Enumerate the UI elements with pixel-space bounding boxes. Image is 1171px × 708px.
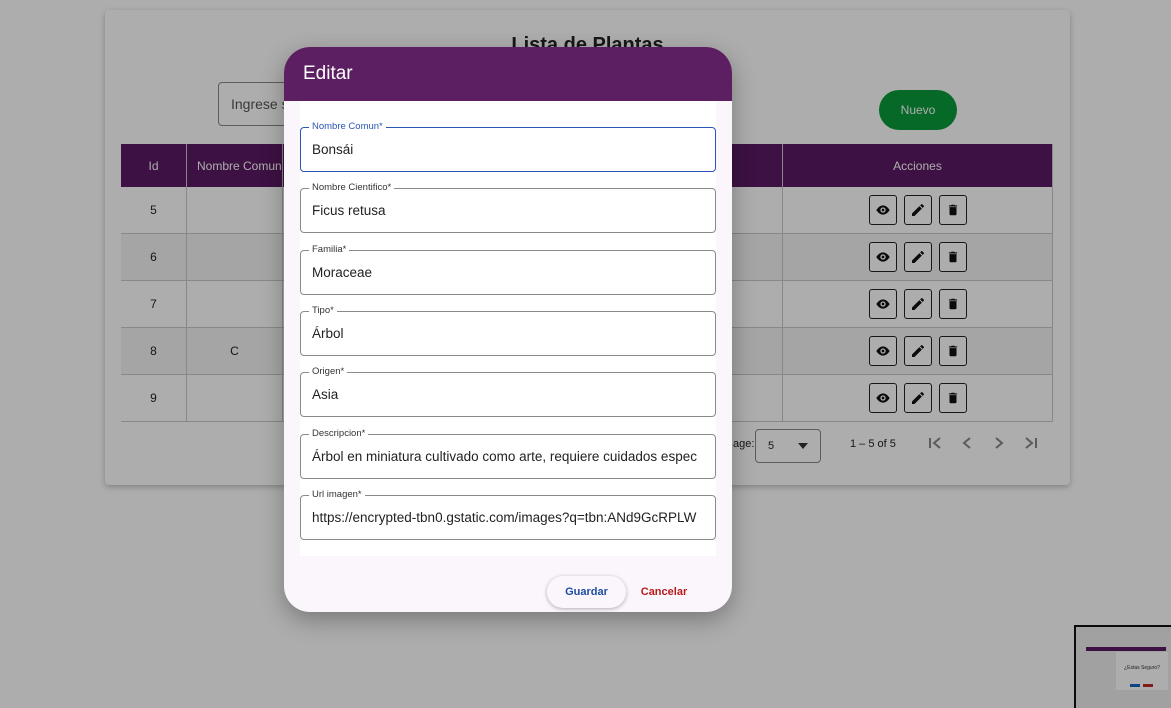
field-value: Moraceae	[312, 264, 373, 280]
field-value: Bonsái	[312, 142, 354, 157]
field-label: Familia*	[309, 243, 350, 255]
edit-dialog: Editar Bonsái Nombre Comun* Ficus retusa No…	[284, 47, 732, 612]
dialog-actions: Guardar Cancelar	[284, 576, 732, 608]
field-label: Tipo*	[309, 304, 337, 316]
field-label: Origen*	[309, 366, 348, 378]
field-label: Nombre Comun*	[309, 121, 386, 132]
form-field-input[interactable]: Ficus retusa	[300, 188, 716, 234]
field-value: Árbol	[312, 325, 344, 341]
dialog-title: Editar	[303, 63, 353, 84]
form-field-input[interactable]: Asia	[300, 372, 716, 418]
field-value: Asia	[312, 387, 339, 403]
field-label: Url imagen*	[309, 488, 365, 500]
field-label: Nombre Cientifico*	[309, 182, 395, 194]
form-field-input[interactable]: Árbol	[300, 310, 716, 356]
form-field-input[interactable]: https://encrypted-tbn0.gstatic.com/image…	[300, 494, 716, 540]
field-value: Árbol en miniatura cultivado como arte, …	[312, 448, 697, 464]
field-value: https://encrypted-tbn0.gstatic.com/image…	[312, 509, 697, 525]
dialog-form: Bonsái Nombre Comun* Ficus retusa Nombre Ci…	[300, 101, 716, 556]
field-value: Ficus retusa	[312, 203, 386, 219]
field-label: Descripcion*	[309, 427, 369, 439]
cancel-button[interactable]: Cancelar	[633, 576, 695, 608]
dialog-header: Editar	[284, 47, 732, 101]
form-field-input[interactable]: Moraceae	[300, 249, 716, 295]
save-button[interactable]: Guardar	[547, 576, 626, 608]
form-field-input[interactable]: Árbol en miniatura cultivado como arte, …	[300, 433, 716, 479]
form-field-input[interactable]: Bonsái	[300, 127, 716, 172]
